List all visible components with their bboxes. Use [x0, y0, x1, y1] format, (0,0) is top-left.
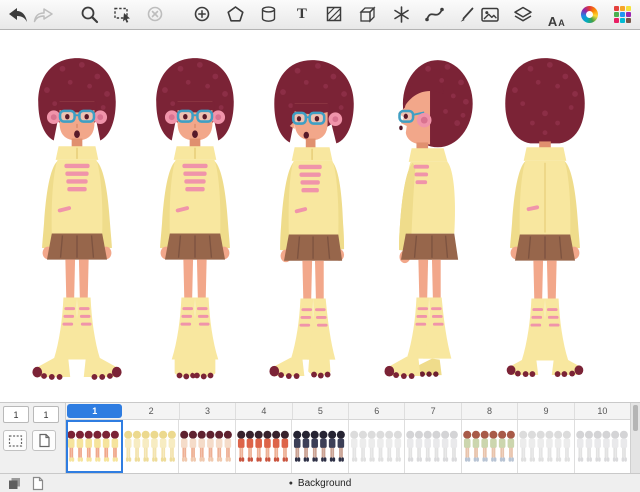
hold-counter-box[interactable]: 1 — [33, 406, 59, 423]
new-frame-icon — [38, 433, 50, 448]
timeline-scrollbar[interactable] — [630, 403, 640, 473]
hatch-tool-icon — [327, 6, 342, 22]
marquee-select-icon — [114, 7, 131, 23]
frame-header-2[interactable]: 2 — [123, 403, 180, 419]
layer-visibility-dot: ● — [288, 479, 293, 487]
zoom-button[interactable] — [78, 2, 101, 28]
frame-thumbnail-8[interactable] — [461, 420, 518, 473]
frame-thumbnail-6[interactable] — [348, 420, 405, 473]
frame-number-row: 1 2 3 4 5 6 7 8 9 10 — [66, 403, 632, 420]
frame-thumbnail-3[interactable] — [179, 420, 236, 473]
frame-strip: 1 2 3 4 5 6 7 8 9 10 — [66, 403, 632, 473]
mesh-cube-icon — [359, 6, 377, 23]
frame-header-9[interactable]: 9 — [518, 403, 575, 419]
symmetry-icon — [393, 6, 409, 23]
new-layer-button[interactable] — [29, 475, 47, 491]
frame-header-8[interactable]: 8 — [462, 403, 519, 419]
frame-header-4[interactable]: 4 — [236, 403, 293, 419]
zoom-icon — [81, 6, 99, 24]
frame-thumbnail-10[interactable] — [574, 420, 631, 473]
figure-front-view-alt — [156, 58, 234, 380]
color-wheel-icon — [580, 6, 598, 23]
undo-button[interactable] — [6, 2, 29, 28]
layer-bar: ● Background — [0, 473, 640, 492]
frame-thumbnail-1[interactable] — [66, 420, 123, 473]
new-frame-button[interactable] — [32, 430, 56, 451]
frame-header-1[interactable]: 1 — [67, 404, 123, 418]
canvas[interactable] — [0, 30, 640, 402]
undo-icon — [8, 7, 27, 22]
color-palette-button[interactable] — [611, 2, 634, 28]
polygon-tool-button[interactable] — [224, 2, 247, 28]
mesh-cube-button[interactable] — [356, 2, 379, 28]
redo-icon — [33, 7, 53, 22]
image-icon — [481, 7, 499, 22]
frame-thumbnail-9[interactable] — [518, 420, 575, 473]
fonts-icon: A — [547, 13, 558, 29]
layers-icon — [514, 6, 532, 22]
frame-header-10[interactable]: 10 — [575, 403, 632, 419]
pen-tool-button[interactable] — [456, 2, 479, 28]
frame-thumbnail-4[interactable] — [235, 420, 292, 473]
layer-name: Background — [297, 477, 352, 489]
frame-thumbnail-7[interactable] — [405, 420, 462, 473]
ellipse-tool-icon — [194, 6, 210, 22]
figure-front-view — [32, 58, 122, 380]
timeline-panel: 1 1 1 2 3 4 5 6 7 8 9 10 — [0, 402, 640, 473]
layer-item-background[interactable]: ● Background — [289, 478, 352, 489]
curve-tool-button[interactable] — [423, 2, 446, 28]
deselect-icon — [147, 6, 163, 22]
page-icon — [32, 476, 44, 490]
frame-thumbnail-5[interactable] — [292, 420, 349, 473]
color-palette-icon — [613, 6, 631, 23]
ellipse-tool-button[interactable] — [191, 2, 214, 28]
frame-thumbnail-row — [66, 420, 631, 473]
color-wheel-button[interactable] — [578, 2, 601, 28]
pen-tool-icon — [460, 7, 474, 22]
frame-header-6[interactable]: 6 — [349, 403, 406, 419]
marquee-select-button[interactable] — [111, 2, 134, 28]
timeline-controls: 1 1 — [0, 403, 66, 473]
cylinder-tool-icon — [262, 6, 276, 22]
frame-counter-box[interactable]: 1 — [3, 406, 29, 423]
polygon-tool-icon — [227, 6, 244, 22]
drawing-app-window: T AA 1 1 1 2 3 4 5 6 7 8 9 10 ● Backgrou… — [0, 0, 640, 492]
scrollbar-thumb[interactable] — [633, 405, 638, 431]
redo-button[interactable] — [31, 2, 54, 28]
text-tool-button[interactable]: T — [290, 2, 313, 28]
layer-stack-button[interactable] — [5, 475, 23, 491]
figure-profile-view — [384, 60, 473, 379]
image-button[interactable] — [479, 2, 502, 28]
frame-header-5[interactable]: 5 — [293, 403, 350, 419]
toolbar: T AA — [0, 0, 640, 30]
frame-thumbnail-2[interactable] — [122, 420, 179, 473]
symmetry-button[interactable] — [390, 2, 413, 28]
figure-three-quarter-view — [269, 60, 354, 379]
frame-header-7[interactable]: 7 — [405, 403, 462, 419]
curve-tool-icon — [424, 7, 444, 22]
marquee-frames-icon — [8, 434, 22, 447]
fonts-button[interactable]: AA — [545, 2, 568, 28]
figure-back-view — [505, 58, 585, 377]
layers-button[interactable] — [512, 2, 535, 28]
frame-header-3[interactable]: 3 — [180, 403, 237, 419]
deselect-button[interactable] — [144, 2, 167, 28]
layer-stack-icon — [8, 477, 20, 489]
text-tool-icon: T — [296, 6, 307, 22]
select-frames-button[interactable] — [3, 430, 27, 451]
cylinder-tool-button[interactable] — [257, 2, 280, 28]
hatch-tool-button[interactable] — [323, 2, 346, 28]
